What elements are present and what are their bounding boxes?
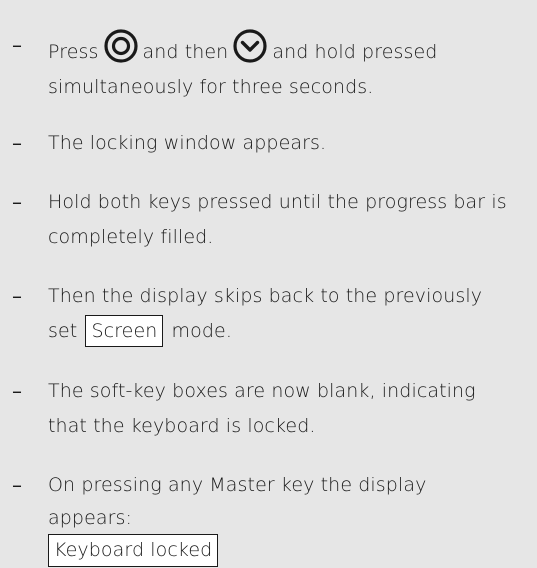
text-line: simultaneously for three seconds.	[48, 76, 374, 98]
list-item-text: On pressing any Master key the display a…	[48, 468, 534, 568]
set-label: set	[48, 320, 78, 342]
and-then-label: and then	[142, 41, 229, 63]
list-item-text: The locking window appears.	[48, 126, 534, 161]
list-dash: –	[12, 190, 22, 214]
text-line: Press and then and hold pressed	[48, 28, 534, 70]
list-item-text: Then the display skips back to the previ…	[48, 279, 534, 349]
hold-label: and hold pressed	[272, 41, 438, 63]
list-item-text: Press and then and hold pressed simultan…	[48, 28, 534, 105]
list-dash: –	[12, 284, 22, 308]
text-line: The soft-key boxes are now blank, indica…	[48, 380, 476, 402]
text-line: set Screen mode.	[48, 314, 534, 349]
list-dash: –	[12, 473, 22, 497]
list-item-text: The soft-key boxes are now blank, indica…	[48, 374, 534, 444]
text-line: completely filled.	[48, 226, 214, 248]
chevron-down-key-icon	[232, 28, 268, 64]
text-line: The locking window appears.	[48, 132, 327, 154]
text-line: Then the display skips back to the previ…	[48, 285, 483, 307]
text-line: Hold both keys pressed until the progres…	[48, 191, 507, 213]
text-line: that the keyboard is locked.	[48, 415, 316, 437]
list-item-text: Hold both keys pressed until the progres…	[48, 185, 534, 255]
target-key-icon	[103, 28, 139, 64]
mode-label: mode.	[171, 320, 232, 342]
text-line: appears:	[48, 507, 133, 529]
press-label: Press	[48, 41, 99, 63]
text-line: On pressing any Master key the display	[48, 474, 427, 496]
list-dash: –	[12, 33, 22, 57]
screen-mode-box: Screen	[85, 315, 164, 347]
list-dash: –	[12, 131, 22, 155]
list-dash: –	[12, 379, 22, 403]
keyboard-locked-box: Keyboard locked	[48, 534, 219, 567]
